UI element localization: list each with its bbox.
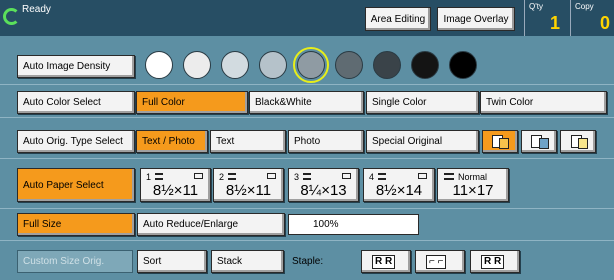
divider <box>0 117 614 118</box>
tray-icon <box>303 173 311 180</box>
density-level-4[interactable] <box>259 51 287 79</box>
orientation-icon <box>418 173 427 179</box>
divider <box>0 208 614 209</box>
bypass-type: Normal <box>458 172 488 182</box>
bypass-tray-button[interactable]: Normal 11×17 <box>437 168 509 202</box>
sort-button[interactable]: Sort <box>137 250 207 273</box>
tray-number: 1 <box>146 172 152 182</box>
ready-icon <box>3 8 20 25</box>
tray-size: 8¼×13 <box>300 182 347 199</box>
density-level-7[interactable] <box>373 51 401 79</box>
zoom-value-field[interactable]: 100% <box>288 214 419 235</box>
tray-icon <box>155 173 163 180</box>
status-bar: Ready Area Editing Image Overlay Q'ty 1 … <box>0 0 614 36</box>
original-feed-icon[interactable] <box>560 130 596 153</box>
image-overlay-button[interactable]: Image Overlay <box>437 7 515 31</box>
orientation-icon <box>342 173 351 179</box>
tray-number: 4 <box>369 172 375 182</box>
staple-label: Staple: <box>292 256 324 267</box>
copier-panel: Ready Area Editing Image Overlay Q'ty 1 … <box>0 0 614 280</box>
page-icon <box>539 138 549 149</box>
custom-size-orig-button[interactable]: Custom Size Orig. <box>17 250 133 273</box>
black-white-button[interactable]: Black&White <box>249 91 364 114</box>
text-photo-button[interactable]: Text / Photo <box>136 130 208 153</box>
full-color-button[interactable]: Full Color <box>136 91 248 114</box>
staple-corner-icon: R R <box>372 255 396 269</box>
orientation-icon <box>267 173 276 179</box>
tray-number: 2 <box>219 172 225 182</box>
copy-value: 0 <box>599 13 610 33</box>
auto-reduce-enlarge-button[interactable]: Auto Reduce/Enlarge <box>137 213 285 236</box>
density-level-2[interactable] <box>183 51 211 79</box>
staple-option-2-button[interactable]: ⌐ ⌐ <box>415 250 465 273</box>
staple-top-icon: ⌐ ⌐ <box>426 255 447 269</box>
special-original-button[interactable]: Special Original <box>366 130 479 153</box>
twin-color-button[interactable]: Twin Color <box>480 91 607 114</box>
staple-option-1-button[interactable]: R R <box>361 250 411 273</box>
tray-number: 3 <box>294 172 300 182</box>
page-icon <box>578 138 588 149</box>
orientation-icon <box>194 173 203 179</box>
tray-size: 8½×11 <box>225 182 272 199</box>
bypass-size: 11×17 <box>452 182 494 199</box>
copy-label: Copy <box>575 2 594 11</box>
tray-2-button[interactable]: 2 8½×11 <box>213 168 284 202</box>
auto-orig-type-select-button[interactable]: Auto Orig. Type Select <box>17 130 135 153</box>
divider <box>0 240 614 241</box>
tray-icon <box>228 173 236 180</box>
photo-button[interactable]: Photo <box>288 130 364 153</box>
density-level-9[interactable] <box>449 51 477 79</box>
stack-button[interactable]: Stack <box>211 250 284 273</box>
auto-image-density-button[interactable]: Auto Image Density <box>17 55 135 78</box>
staple-option-3-button[interactable]: R R <box>470 250 520 273</box>
tray-4-button[interactable]: 4 8½×14 <box>363 168 435 202</box>
tray-1-button[interactable]: 1 8½×11 <box>140 168 211 202</box>
bypass-tray-icon <box>444 173 454 180</box>
single-color-button[interactable]: Single Color <box>366 91 479 114</box>
text-button[interactable]: Text <box>210 130 286 153</box>
area-editing-button[interactable]: Area Editing <box>365 7 431 31</box>
density-level-8[interactable] <box>411 51 439 79</box>
qty-counter: Q'ty 1 <box>524 0 564 36</box>
status-text: Ready <box>22 4 51 15</box>
divider <box>0 84 614 85</box>
tray-size: 8½×14 <box>375 182 423 199</box>
tray-3-button[interactable]: 3 8¼×13 <box>288 168 359 202</box>
page-icon <box>499 138 509 149</box>
auto-paper-select-button[interactable]: Auto Paper Select <box>17 168 135 202</box>
qty-label: Q'ty <box>529 2 543 11</box>
full-size-button[interactable]: Full Size <box>17 213 135 236</box>
tray-size: 8½×11 <box>152 182 199 199</box>
density-level-6[interactable] <box>335 51 363 79</box>
original-set-icon[interactable] <box>482 130 518 153</box>
density-selected-ring <box>293 47 329 83</box>
tray-icon <box>378 173 386 180</box>
density-level-3[interactable] <box>221 51 249 79</box>
divider <box>0 158 614 159</box>
auto-color-select-button[interactable]: Auto Color Select <box>17 91 135 114</box>
density-level-1[interactable] <box>145 51 173 79</box>
copy-counter: Copy 0 <box>570 0 614 36</box>
original-scan-icon[interactable] <box>521 130 557 153</box>
qty-value: 1 <box>549 13 560 33</box>
staple-side-icon: R R <box>481 255 505 269</box>
